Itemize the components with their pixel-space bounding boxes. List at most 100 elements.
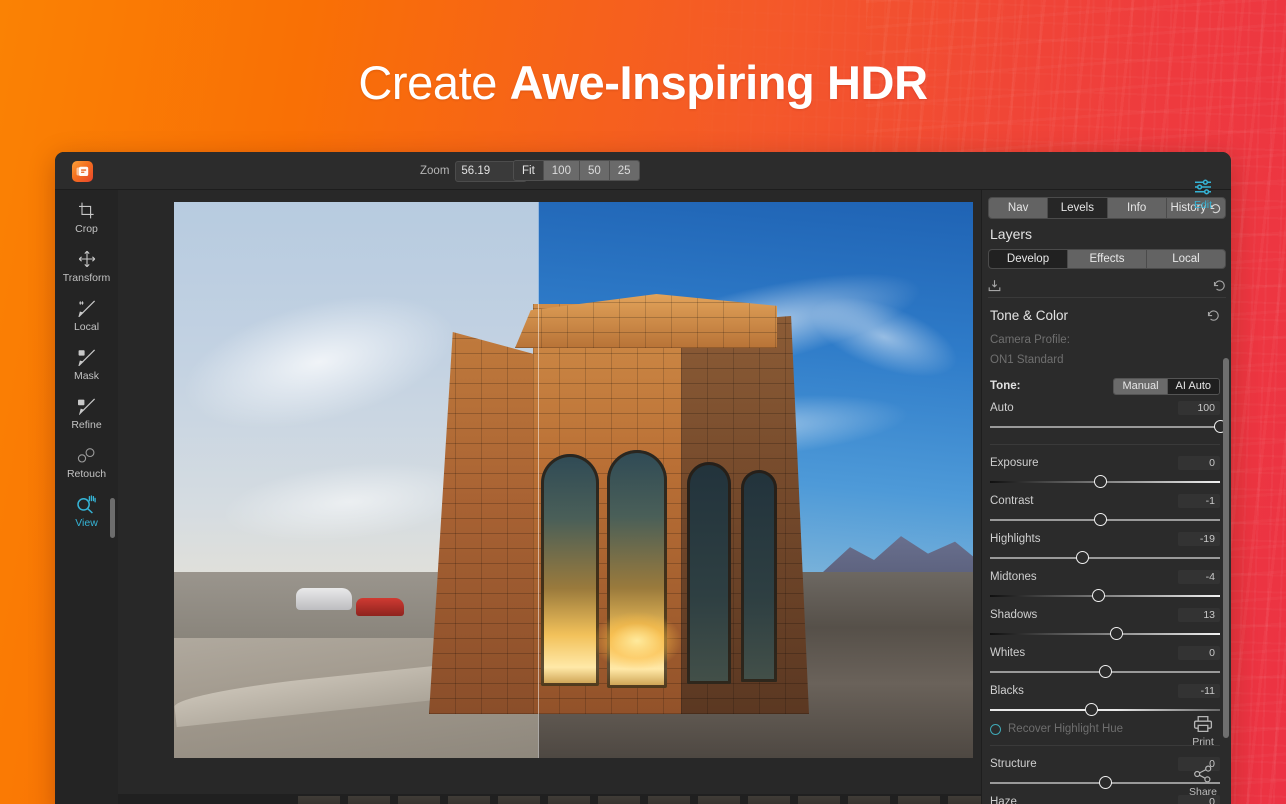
share-node-icon [1193, 765, 1213, 783]
app-window: Zoom 56.19 ▼ Fit 100 50 25 [55, 152, 1231, 804]
on1-app-icon[interactable] [72, 161, 93, 182]
slider-midtones[interactable] [990, 587, 1220, 605]
slider-label: Shadows [990, 609, 1037, 621]
top-toolbar: Zoom 56.19 ▼ Fit 100 50 25 [55, 152, 1231, 190]
filmstrip[interactable] [118, 794, 981, 804]
rail-item-label: Share [1189, 786, 1217, 798]
zoom-value: 56.19 [461, 165, 490, 177]
tool-sidebar-scrollbar[interactable] [110, 498, 115, 538]
local-brush-icon [77, 298, 96, 318]
sidebar-item-label: Retouch [67, 468, 106, 480]
section-header-tone-color[interactable]: Tone & Color [982, 300, 1231, 330]
camera-profile-value: ON1 Standard [990, 354, 1064, 366]
divider [990, 444, 1220, 445]
slider-value[interactable]: -4 [1178, 570, 1220, 584]
photo-building [429, 294, 835, 714]
rail-item-share[interactable]: Share [1175, 765, 1231, 798]
tab-info[interactable]: Info [1108, 198, 1167, 218]
radio-circle-icon[interactable] [990, 724, 1001, 735]
photo-sun-reflection [577, 594, 697, 672]
camera-profile-label-row: Camera Profile: [982, 330, 1231, 350]
slider-label: Structure [990, 758, 1037, 770]
sidebar-item-label: View [75, 517, 98, 529]
slider-shadows[interactable] [990, 625, 1220, 643]
slider-row-shadows: Shadows 13 [982, 605, 1231, 625]
zoom-preset-100[interactable]: 100 [544, 161, 580, 180]
reset-icon[interactable] [1213, 279, 1226, 292]
sidebar-item-label: Transform [63, 272, 110, 284]
tab-levels[interactable]: Levels [1048, 198, 1107, 218]
slider-value[interactable]: -11 [1178, 684, 1220, 698]
zoom-preset-25[interactable]: 25 [610, 161, 639, 180]
image-canvas[interactable] [118, 190, 981, 804]
mode-effects[interactable]: Effects [1068, 250, 1147, 268]
sidebar-item-retouch[interactable]: Retouch [55, 435, 118, 484]
slider-value[interactable]: -1 [1178, 494, 1220, 508]
reset-icon[interactable] [1207, 309, 1220, 322]
tab-nav[interactable]: Nav [989, 198, 1048, 218]
building-wall-left [429, 332, 537, 714]
photo-car-red [356, 598, 404, 616]
rail-item-print[interactable]: Print [1175, 715, 1231, 748]
tab-label: Levels [1061, 202, 1094, 214]
slider-label: Highlights [990, 533, 1041, 545]
mode-local[interactable]: Local [1147, 250, 1225, 268]
rail-item-label: Edit [1194, 199, 1212, 211]
slider-label: Auto [990, 402, 1014, 414]
slider-row-whites: Whites 0 [982, 643, 1231, 663]
panel-scrollbar[interactable] [1223, 358, 1229, 738]
panel-mode-group: Develop Effects Local [988, 249, 1226, 269]
sliders-edit-icon [1193, 178, 1213, 196]
slider-whites[interactable] [990, 663, 1220, 681]
tone-label: Tone: [990, 380, 1020, 392]
tone-mode-ai-auto[interactable]: AI Auto [1168, 379, 1219, 394]
slider-value[interactable]: 100 [1178, 401, 1220, 415]
panel-icon-row [988, 274, 1226, 298]
slider-label: Haze [990, 796, 1017, 804]
retouch-icon [77, 445, 96, 465]
sidebar-item-refine[interactable]: Refine [55, 386, 118, 435]
zoom-hand-icon [76, 494, 97, 514]
before-after-divider[interactable] [538, 202, 539, 758]
slider-highlights[interactable] [990, 549, 1220, 567]
camera-profile-value-row[interactable]: ON1 Standard [982, 350, 1231, 370]
section-title: Tone & Color [990, 308, 1068, 323]
tone-mode-manual[interactable]: Manual [1114, 379, 1167, 394]
sidebar-item-label: Crop [75, 223, 98, 235]
rail-item-edit[interactable]: Edit [1175, 178, 1231, 211]
zoom-control-group: Zoom 56.19 ▼ [420, 160, 527, 182]
slider-auto[interactable] [990, 418, 1220, 436]
promo-stage: Create Awe-Inspiring HDR Zoom 56.19 ▼ [0, 0, 1286, 804]
sidebar-item-view[interactable]: View [55, 484, 118, 533]
slider-value[interactable]: 0 [1178, 456, 1220, 470]
slider-value[interactable]: -19 [1178, 532, 1220, 546]
recover-highlight-hue-label: Recover Highlight Hue [1008, 723, 1123, 735]
sidebar-item-local[interactable]: Local [55, 288, 118, 337]
sidebar-item-mask[interactable]: Mask [55, 337, 118, 386]
slider-contrast[interactable] [990, 511, 1220, 529]
zoom-preset-fit[interactable]: Fit [514, 161, 544, 180]
page-title: Layers [990, 226, 1032, 242]
zoom-label: Zoom [420, 165, 449, 177]
zoom-preset-50[interactable]: 50 [580, 161, 610, 180]
sidebar-item-crop[interactable]: Crop [55, 190, 118, 239]
slider-label: Whites [990, 647, 1025, 659]
slider-value[interactable]: 0 [1178, 646, 1220, 660]
slider-exposure[interactable] [990, 473, 1220, 491]
slider-value[interactable]: 13 [1178, 608, 1220, 622]
import-preset-icon[interactable] [988, 279, 1001, 292]
sidebar-item-transform[interactable]: Transform [55, 239, 118, 288]
crop-icon [78, 200, 95, 220]
slider-label: Midtones [990, 571, 1037, 583]
photo-car-white [296, 588, 352, 610]
slider-row-blacks: Blacks -11 [982, 681, 1231, 701]
slider-row-contrast: Contrast -1 [982, 491, 1231, 511]
tool-sidebar: Crop Transform Local [55, 190, 118, 804]
headline-bold: Awe-Inspiring HDR [510, 56, 928, 109]
printer-icon [1193, 715, 1213, 733]
mode-develop[interactable]: Develop [989, 250, 1068, 268]
edited-photo[interactable] [174, 202, 973, 758]
slider-row-highlights: Highlights -19 [982, 529, 1231, 549]
rail-item-label: Print [1192, 736, 1214, 748]
sidebar-item-label: Refine [71, 419, 101, 431]
